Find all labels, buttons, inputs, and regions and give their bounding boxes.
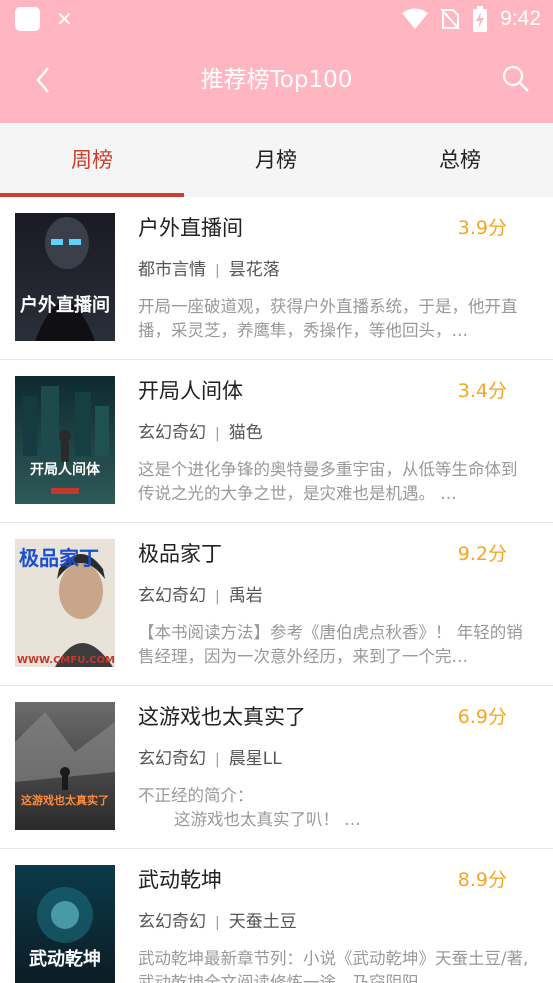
svg-text:WWW.CMFU.COM: WWW.CMFU.COM (17, 655, 115, 666)
book-description: 【本书阅读方法】参考《唐伯虎点秋香》！ 年轻的销售经理，因为一次意外经历，来到了… (138, 623, 523, 666)
book-score: 8.9分 (457, 869, 507, 891)
no-sim-icon (440, 8, 460, 30)
book-meta: 玄幻奇幻 | 天蚕土豆 (138, 912, 297, 932)
list-item[interactable]: 开局人间体 开局人间体 3.4分 玄幻奇幻 | 猫色 这是个进化争锋的奥特曼多重宇宙… (0, 360, 553, 523)
wifi-icon (402, 8, 429, 29)
book-author: 禹岩 (228, 586, 263, 606)
list-item[interactable]: 这游戏也太真实了 这游戏也太真实了 6.9分 玄幻奇幻 | 晨星LL 不正经的简介：… (0, 686, 553, 849)
book-score: 9.2分 (457, 543, 507, 565)
book-category: 玄幻奇幻 (138, 912, 206, 932)
book-meta: 都市言情 | 昙花落 (138, 260, 280, 280)
book-author: 昙花落 (228, 260, 280, 280)
book-meta: 玄幻奇幻 | 晨星LL (138, 749, 282, 769)
app-icon (15, 7, 40, 31)
book-category: 都市言情 (138, 260, 206, 280)
book-score: 3.9分 (457, 217, 507, 239)
list-item[interactable]: 户外直播间 户外直播间 3.9分 都市言情 | 昙花落 开局一座破道观，获得户外直播… (0, 197, 553, 360)
book-title: 这游戏也太真实了 (138, 705, 306, 729)
desc-line: 这游戏也太真实了叭！ … (174, 810, 361, 829)
search-icon[interactable] (501, 64, 531, 94)
cover-title: 这游戏也太真实了 (21, 793, 109, 807)
book-description: 开局一座破道观，获得户外直播系统，于是，他开直播，采灵芝，养鹰隼，秀操作，等他回… (138, 297, 518, 340)
book-meta: 玄幻奇幻 | 禹岩 (138, 586, 263, 606)
status-icons: 9:42 (402, 6, 541, 32)
app-bar: 推荐榜Top100 (0, 38, 553, 123)
book-cover: 开局人间体 (15, 376, 115, 504)
tab-monthly[interactable]: 月榜 (184, 123, 368, 197)
tab-weekly[interactable]: 周榜 (0, 123, 184, 197)
clock: 9:42 (500, 7, 541, 30)
tab-overall[interactable]: 总榜 (368, 123, 552, 197)
book-author: 天蚕土豆 (228, 912, 297, 932)
book-description: 不正经的简介： 这游戏也太真实了叭！ … (138, 784, 530, 832)
cover-title: 户外直播间 (20, 294, 110, 316)
book-title: 极品家丁 (138, 542, 222, 566)
page-title: 推荐榜Top100 (200, 67, 353, 93)
cover-title: 武动乾坤 (29, 948, 101, 970)
book-title: 武动乾坤 (138, 868, 222, 892)
list-item[interactable]: 极品家丁 WWW.CMFU.COM 极品家丁 9.2分 玄幻奇幻 | 禹岩 【本书阅… (0, 523, 553, 686)
close-icon: ✕ (56, 7, 73, 31)
status-bar: ✕ 9:42 (0, 0, 553, 38)
book-author: 晨星LL (228, 749, 282, 769)
book-cover: 极品家丁 WWW.CMFU.COM (15, 539, 115, 667)
book-description: 这是个进化争锋的奥特曼多重宇宙，从低等生命体到传说之光的大争之世，是灾难也是机遇… (138, 460, 518, 503)
book-description: 武动乾坤最新章节列：小说《武动乾坤》天蚕土豆/著,武动乾坤全文阅读修炼一途，乃窃… (138, 949, 529, 983)
cover-title: 开局人间体 (30, 461, 101, 478)
book-category: 玄幻奇幻 (138, 749, 206, 769)
book-author: 猫色 (228, 423, 263, 443)
battery-charging-icon (473, 6, 488, 32)
book-category: 玄幻奇幻 (138, 586, 206, 606)
book-cover: 户外直播间 (15, 213, 115, 341)
ranking-tabs: 周榜 月榜 总榜 (0, 123, 553, 197)
book-score: 3.4分 (457, 380, 507, 402)
cover-title: 极品家丁 (19, 546, 99, 570)
list-item[interactable]: 武动乾坤 武动乾坤 8.9分 玄幻奇幻 | 天蚕土豆 武动乾坤最新章节列：小说《武动… (0, 849, 553, 983)
book-category: 玄幻奇幻 (138, 423, 206, 443)
book-score: 6.9分 (457, 706, 507, 728)
book-title: 开局人间体 (138, 379, 243, 403)
book-meta: 玄幻奇幻 | 猫色 (138, 423, 263, 443)
book-cover: 武动乾坤 (15, 865, 115, 983)
desc-line: 不正经的简介： (138, 786, 254, 805)
book-title: 户外直播间 (138, 216, 243, 240)
book-list: 户外直播间 户外直播间 3.9分 都市言情 | 昙花落 开局一座破道观，获得户外直播… (0, 197, 553, 983)
book-cover: 这游戏也太真实了 (15, 702, 115, 830)
